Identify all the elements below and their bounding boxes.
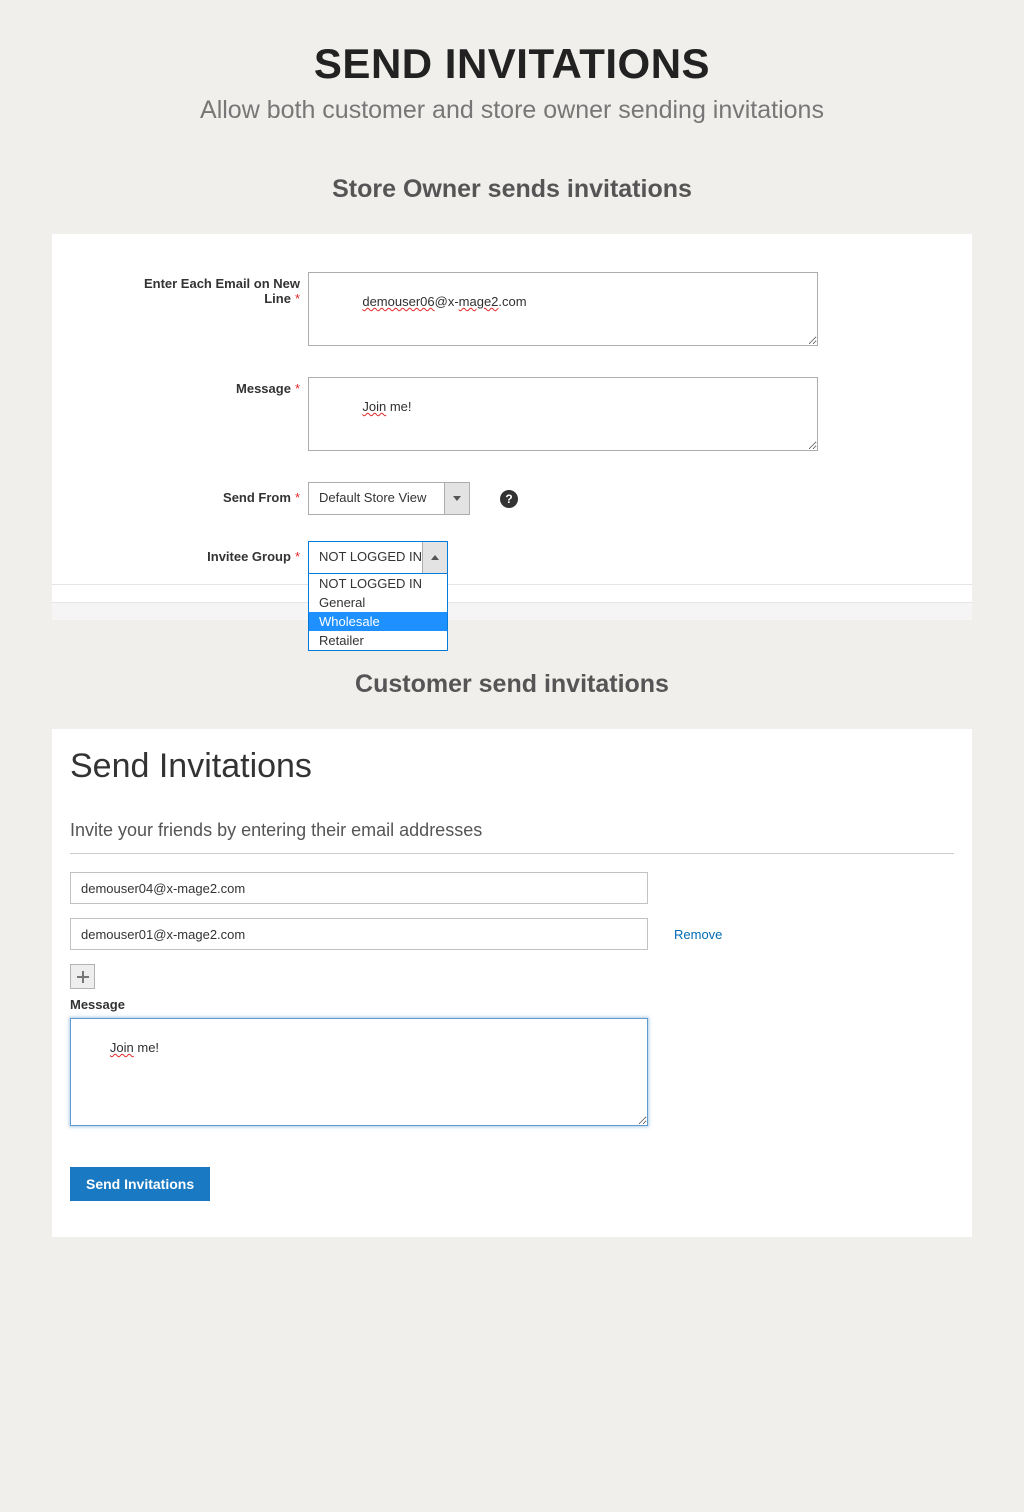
chevron-up-icon [422, 542, 447, 573]
page-title: SEND INVITATIONS [0, 40, 1024, 88]
email-field-2[interactable] [70, 918, 648, 950]
customer-message-label: Message [70, 997, 954, 1012]
emails-textarea[interactable] [308, 272, 818, 346]
customer-section-heading: Customer send invitations [0, 670, 1024, 699]
send-from-select[interactable]: Default Store View [308, 482, 470, 515]
send-from-value: Default Store View [309, 483, 444, 514]
admin-panel: Enter Each Email on New Line* demouser06… [52, 234, 972, 620]
plus-icon [77, 971, 89, 983]
option-retailer[interactable]: Retailer [309, 631, 447, 650]
option-not-logged-in[interactable]: NOT LOGGED IN [309, 574, 447, 593]
chevron-down-icon [444, 483, 469, 514]
invitee-group-value: NOT LOGGED IN [309, 542, 422, 573]
customer-message-textarea[interactable] [70, 1018, 648, 1126]
invitee-group-select[interactable]: NOT LOGGED IN [308, 541, 448, 574]
admin-section-heading: Store Owner sends invitations [0, 175, 1024, 204]
emails-label: Enter Each Email on New Line* [108, 272, 308, 351]
customer-panel-sub: Invite your friends by entering their em… [70, 820, 954, 854]
option-general[interactable]: General [309, 593, 447, 612]
help-icon[interactable]: ? [500, 490, 518, 508]
panel-divider [52, 584, 972, 620]
invitee-group-options: NOT LOGGED IN General Wholesale Retailer [308, 574, 448, 651]
customer-panel-title: Send Invitations [70, 747, 954, 786]
message-textarea[interactable] [308, 377, 818, 451]
remove-link[interactable]: Remove [674, 927, 722, 942]
invitee-group-label: Invitee Group* [108, 541, 308, 574]
send-invitations-button[interactable]: Send Invitations [70, 1167, 210, 1201]
customer-panel: Send Invitations Invite your friends by … [52, 729, 972, 1237]
send-from-label: Send From* [108, 482, 308, 515]
add-email-button[interactable] [70, 964, 95, 989]
email-field-1[interactable] [70, 872, 648, 904]
option-wholesale[interactable]: Wholesale [309, 612, 447, 631]
message-label: Message* [108, 377, 308, 456]
page-subtitle: Allow both customer and store owner send… [0, 96, 1024, 125]
